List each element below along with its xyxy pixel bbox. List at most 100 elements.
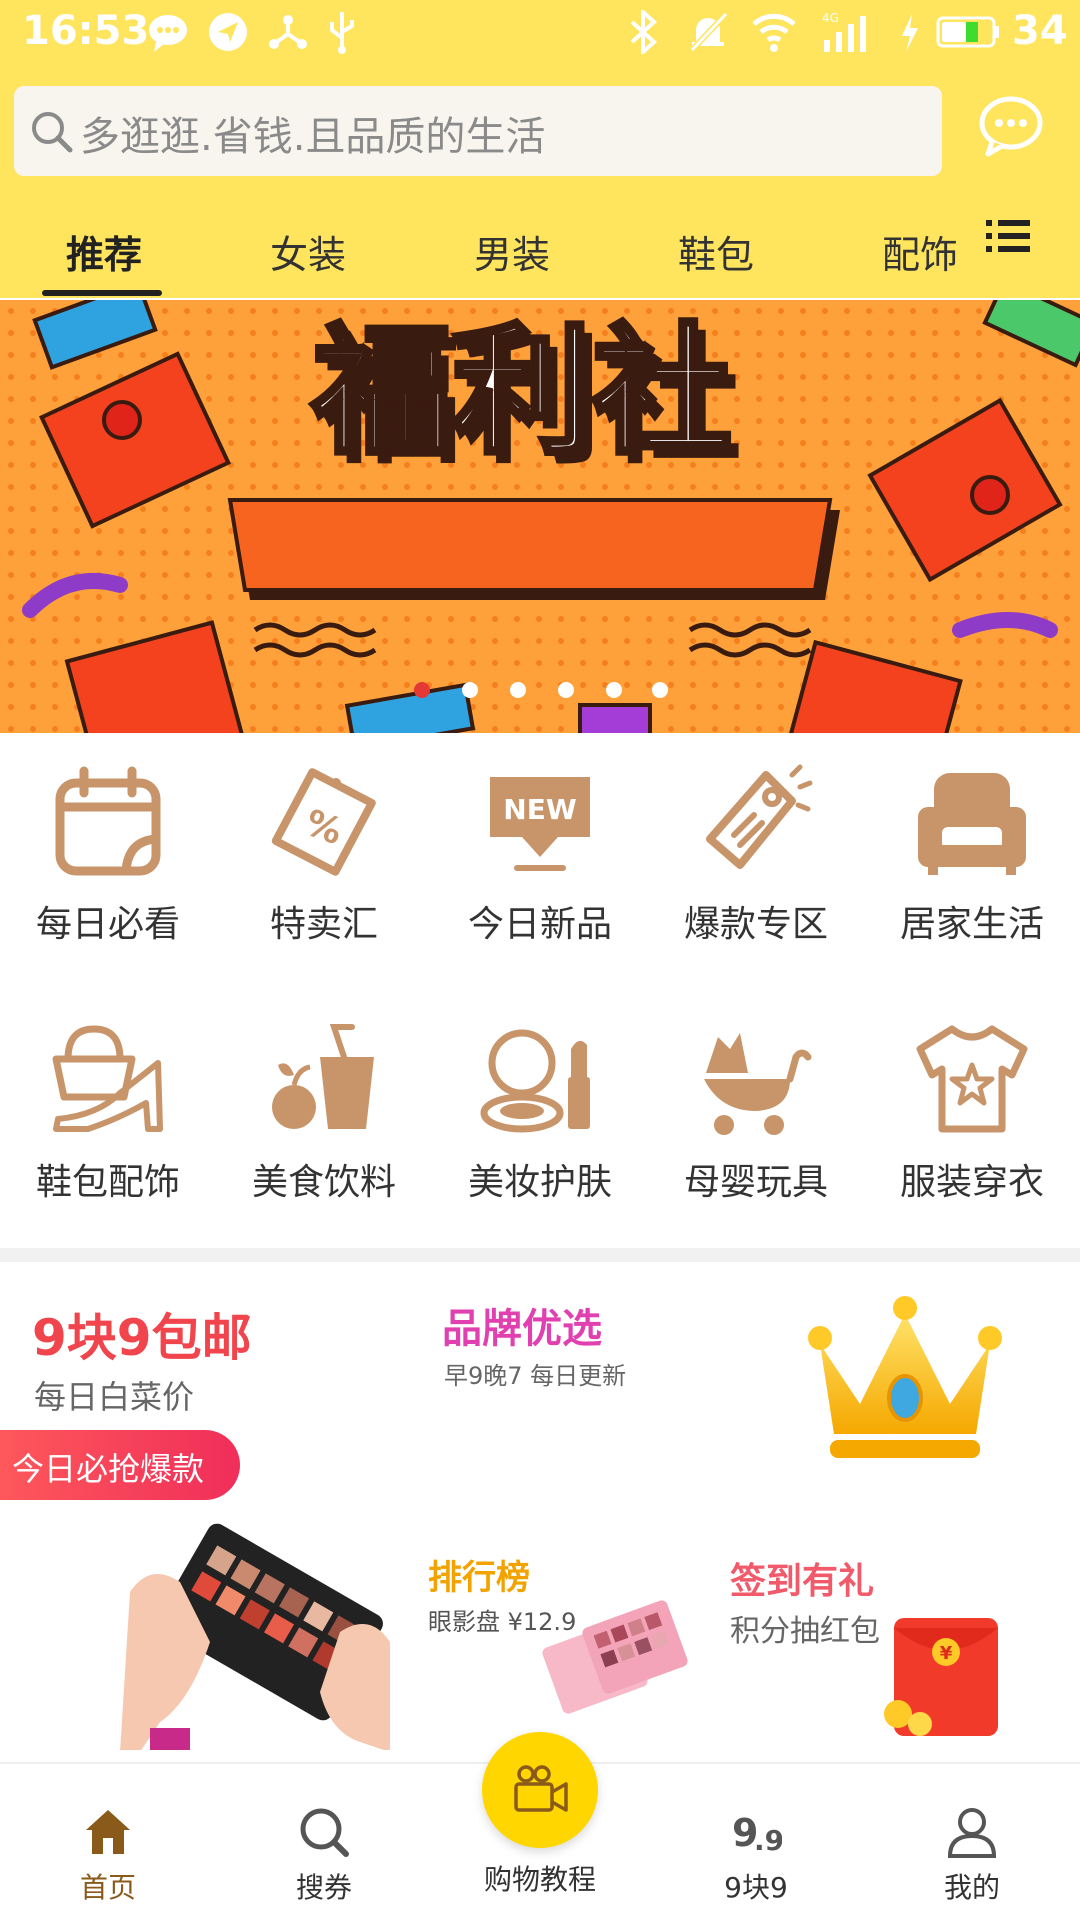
wifi-icon (752, 13, 796, 52)
category-grid: 每日必看 % 特卖汇 NEW 今日新品 爆款专区 居家生活 鞋包配饰 美食饮料 (0, 733, 1080, 1248)
tab-recommend[interactable]: 推荐 (66, 224, 142, 279)
category-label: 特卖汇 (269, 904, 378, 945)
chat-bubble-icon (149, 15, 187, 52)
carousel-dot (510, 682, 526, 698)
carousel-dot (652, 682, 668, 698)
calendar-icon (55, 766, 161, 876)
category-label: 每日必看 (35, 904, 180, 945)
section-divider (0, 1248, 1080, 1262)
tab-women[interactable]: 女装 (270, 224, 346, 279)
category-clothing[interactable]: 服装穿衣 (864, 991, 1080, 1211)
banner-title: 福利社 (311, 311, 732, 474)
nav-label: 9块9 (724, 1871, 788, 1904)
category-label: 美妆护肤 (467, 1162, 612, 1203)
hot-deals-button[interactable]: 今日必抢爆款 (0, 1430, 240, 1500)
carousel-dot (462, 682, 478, 698)
nine-nine-icon: 9.9 (732, 1811, 782, 1857)
promo-banner[interactable]: 福利社 福利社 (0, 300, 1080, 733)
search-bar[interactable]: 多逛逛.省钱.且品质的生活 (14, 86, 942, 176)
category-label: 今日新品 (467, 904, 612, 945)
ranking-title: 排行榜 (428, 1558, 530, 1598)
palette-product-image (542, 1600, 688, 1714)
status-time: 16:53 (22, 8, 150, 54)
new-badge-icon: NEW (490, 777, 590, 871)
svg-text:%: % (300, 802, 348, 853)
app-header: 多逛逛.省钱.且品质的生活 推荐 女装 男装 鞋包 配饰 (0, 66, 1080, 298)
message-icon[interactable] (976, 94, 1046, 158)
hot-deals-label: 今日必抢爆款 (12, 1450, 205, 1488)
crown-icon (808, 1296, 1002, 1458)
carousel-dot (606, 682, 622, 698)
price-tag-icon (706, 764, 813, 869)
app-root: 16:53 4G 34 多逛逛.省钱.且品质的生活 推荐 女装 男装 鞋包 配饰 (0, 0, 1080, 1920)
brand-subtitle: 早9晚7 每日更新 (444, 1362, 627, 1390)
category-label: 爆款专区 (683, 904, 828, 945)
tab-accessories[interactable]: 配饰 (882, 224, 958, 279)
nav-profile[interactable]: 我的 (864, 1764, 1080, 1920)
category-food-drinks[interactable]: 美食饮料 (216, 991, 432, 1211)
compass-icon (209, 13, 247, 51)
category-label: 美食饮料 (251, 1162, 396, 1203)
sign-in-title: 签到有礼 (730, 1561, 875, 1602)
nav-home[interactable]: 首页 (0, 1764, 216, 1920)
svg-text:¥: ¥ (940, 1643, 953, 1664)
video-camera-icon (514, 1765, 568, 1812)
nav-nine-nine[interactable]: 9.9 9块9 (648, 1764, 864, 1920)
food-drink-icon (272, 1024, 374, 1129)
battery-icon (936, 16, 999, 48)
search-placeholder: 多逛逛.省钱.且品质的生活 (80, 114, 546, 160)
banner-artwork: 福利社 福利社 (0, 300, 1080, 733)
mute-icon (689, 11, 729, 53)
category-home-living[interactable]: 居家生活 (864, 733, 1080, 953)
category-daily-picks[interactable]: 每日必看 (0, 733, 216, 953)
promo-section: 9块9包邮 每日白菜价 品牌优选 早9晚7 每日更新 今日必抢爆款 排行榜 眼影… (0, 1262, 1080, 1750)
nav-search-coupons[interactable]: 搜券 (216, 1764, 432, 1920)
tab-active-indicator (42, 290, 162, 296)
charging-icon (902, 14, 918, 52)
nav-label: 首页 (79, 1871, 136, 1904)
svg-text:.9: .9 (754, 1824, 782, 1857)
signal-4g-icon: 4G (822, 11, 866, 52)
nav-label: 我的 (943, 1871, 1000, 1904)
search-icon (300, 1808, 349, 1857)
category-new-arrivals[interactable]: NEW 今日新品 (432, 733, 648, 953)
menu-list-icon[interactable] (986, 216, 1030, 256)
brand-title: 品牌优选 (442, 1306, 602, 1352)
nav-label: 购物教程 (483, 1863, 596, 1896)
carousel-dot-active (414, 682, 430, 698)
category-best-sellers[interactable]: 爆款专区 (648, 733, 864, 953)
sofa-icon (918, 773, 1026, 875)
home-icon (86, 1810, 130, 1854)
shopping-tutorial-button[interactable] (482, 1732, 598, 1848)
bag-shoe-icon (52, 1025, 163, 1132)
category-label: 居家生活 (899, 904, 1044, 945)
red-envelope-icon: ¥ (884, 1618, 998, 1736)
category-baby-toys[interactable]: 母婴玩具 (648, 991, 864, 1211)
carousel-dot (558, 682, 574, 698)
discount-tag-icon: % (271, 768, 376, 876)
category-beauty-skincare[interactable]: 美妆护肤 (432, 991, 648, 1211)
status-bar: 16:53 4G 34 (0, 0, 1080, 66)
deal-title: 9块9包邮 (32, 1309, 252, 1367)
search-icon (32, 112, 73, 153)
tshirt-icon (916, 1025, 1028, 1133)
share-icon (269, 15, 307, 49)
category-bags-accessories[interactable]: 鞋包配饰 (0, 991, 216, 1211)
stroller-icon (704, 1033, 812, 1135)
category-label: 鞋包配饰 (35, 1162, 180, 1203)
sign-in-subtitle: 积分抽红包 (730, 1614, 880, 1649)
bluetooth-icon (630, 10, 657, 54)
nav-label: 搜券 (295, 1871, 352, 1904)
svg-text:NEW: NEW (503, 793, 577, 826)
svg-text:4G: 4G (822, 11, 839, 25)
category-label: 母婴玩具 (683, 1162, 828, 1203)
category-flash-sale[interactable]: % 特卖汇 (216, 733, 432, 953)
category-label: 服装穿衣 (899, 1162, 1044, 1203)
eyeshadow-hands-image (120, 1523, 390, 1750)
tab-men[interactable]: 男装 (474, 224, 550, 279)
battery-level: 34 (1012, 8, 1068, 54)
deal-subtitle: 每日白菜价 (34, 1378, 195, 1416)
cosmetics-icon (480, 1029, 590, 1133)
tab-shoes-bags[interactable]: 鞋包 (678, 224, 754, 279)
category-tabs: 推荐 女装 男装 鞋包 配饰 (0, 216, 1080, 298)
